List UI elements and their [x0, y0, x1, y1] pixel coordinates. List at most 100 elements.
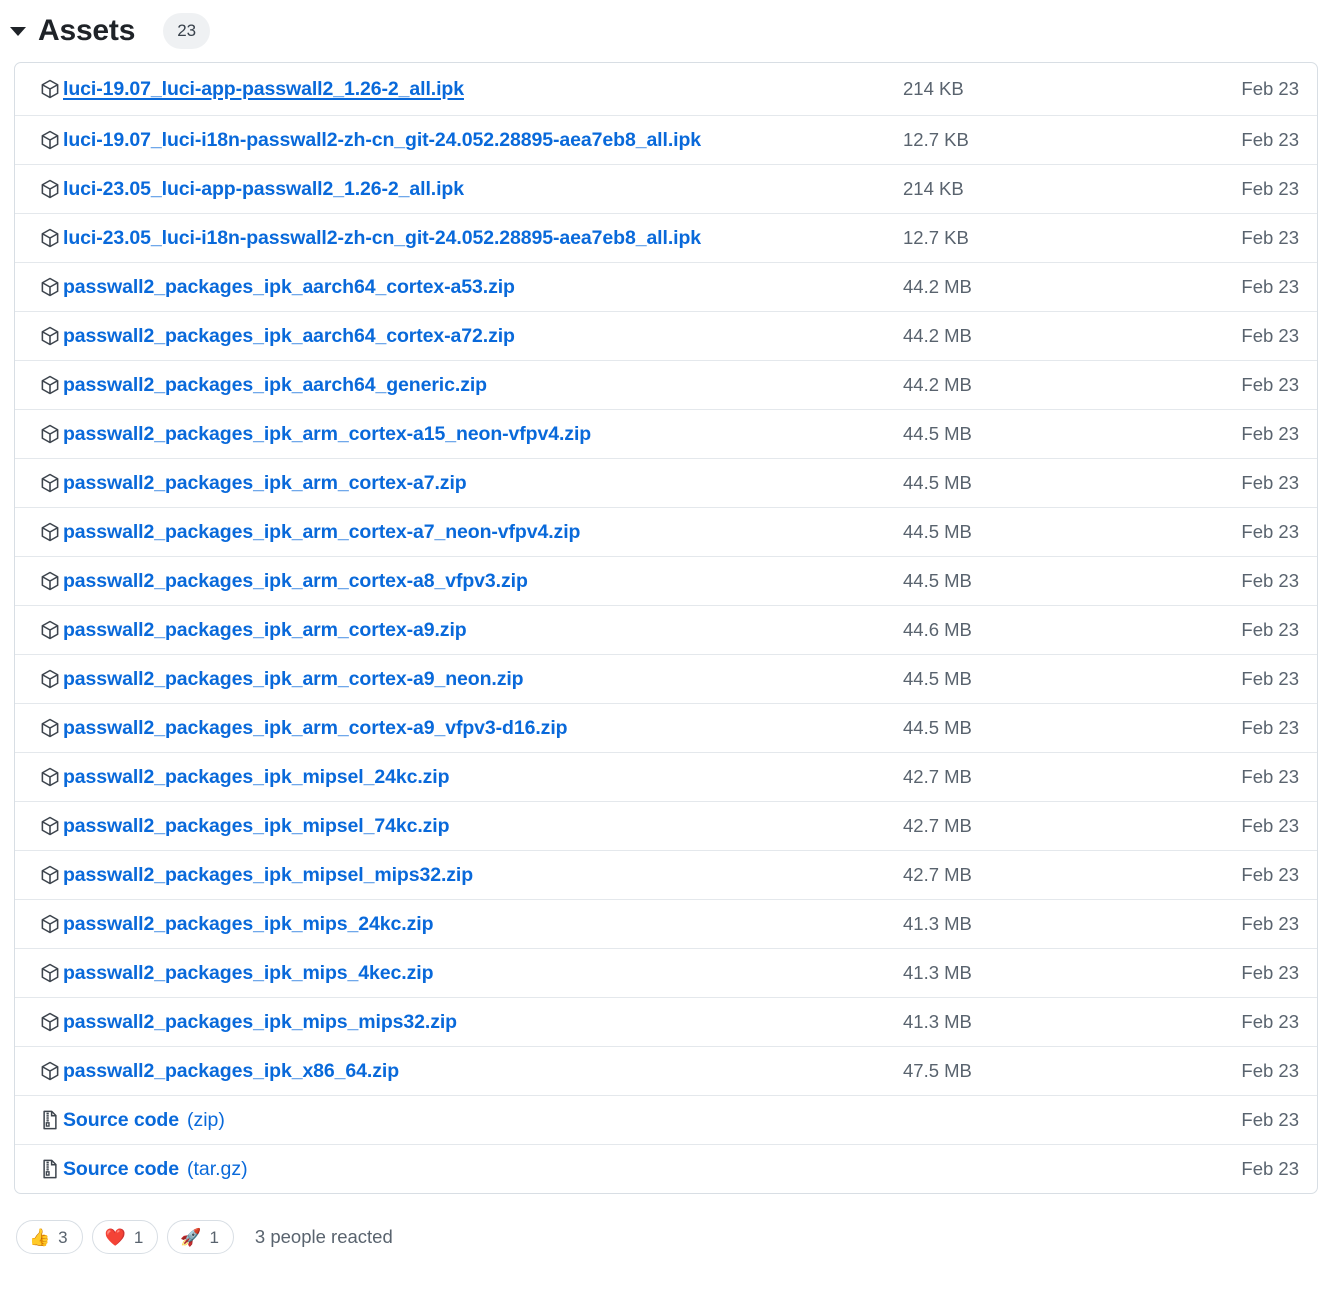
asset-name-cell: passwall2_packages_ipk_arm_cortex-a9_vfp…	[39, 717, 877, 740]
table-row[interactable]: passwall2_packages_ipk_mipsel_24kc.zip 42…	[15, 752, 1317, 801]
asset-download-link[interactable]: passwall2_packages_ipk_mips_mips32.zip	[63, 1011, 457, 1034]
asset-download-link[interactable]: luci-23.05_luci-app-passwall2_1.26-2_all…	[63, 178, 464, 201]
reactions-bar: 👍 3 ❤️ 1 🚀 1 3 people reacted	[0, 1194, 1342, 1254]
package-icon	[39, 374, 61, 396]
asset-size: 44.2 MB	[903, 374, 972, 395]
reaction-pill[interactable]: ❤️ 1	[91, 1220, 159, 1254]
asset-date: Feb 23	[1241, 227, 1299, 248]
package-icon	[39, 815, 61, 837]
asset-download-link[interactable]: passwall2_packages_ipk_mipsel_74kc.zip	[63, 815, 450, 838]
asset-download-link[interactable]: passwall2_packages_ipk_aarch64_cortex-a5…	[63, 276, 515, 299]
package-icon	[39, 668, 61, 690]
asset-date: Feb 23	[1241, 619, 1299, 640]
asset-download-link[interactable]: passwall2_packages_ipk_arm_cortex-a7_neo…	[63, 521, 580, 544]
reaction-pill[interactable]: 👍 3	[16, 1220, 83, 1254]
asset-name-cell: passwall2_packages_ipk_mips_4kec.zip	[39, 962, 877, 985]
asset-name-cell: passwall2_packages_ipk_mips_mips32.zip	[39, 1011, 877, 1034]
asset-download-link[interactable]: passwall2_packages_ipk_aarch64_cortex-a7…	[63, 325, 515, 348]
table-row[interactable]: luci-19.07_luci-i18n-passwall2-zh-cn_git…	[15, 115, 1317, 164]
package-icon	[39, 78, 61, 100]
asset-size: 12.7 KB	[903, 227, 969, 248]
asset-download-link[interactable]: passwall2_packages_ipk_mips_4kec.zip	[63, 962, 433, 985]
assets-count-badge: 23	[163, 13, 211, 49]
asset-size: 44.2 MB	[903, 325, 972, 346]
asset-download-link[interactable]: passwall2_packages_ipk_mipsel_mips32.zip	[63, 864, 473, 887]
asset-size: 47.5 MB	[903, 1060, 972, 1081]
asset-download-link[interactable]: passwall2_packages_ipk_arm_cortex-a7.zip	[63, 472, 467, 495]
asset-date: Feb 23	[1241, 325, 1299, 346]
asset-format-label: (tar.gz)	[186, 1157, 248, 1180]
asset-name-cell: passwall2_packages_ipk_mipsel_mips32.zip	[39, 864, 877, 887]
package-icon	[39, 864, 61, 886]
table-row[interactable]: passwall2_packages_ipk_arm_cortex-a15_ne…	[15, 409, 1317, 458]
asset-name-cell: passwall2_packages_ipk_mips_24kc.zip	[39, 913, 877, 936]
asset-download-link[interactable]: passwall2_packages_ipk_mipsel_24kc.zip	[63, 766, 450, 789]
assets-header[interactable]: Assets 23	[0, 0, 1342, 62]
asset-name-cell: Source code (zip)	[39, 1109, 877, 1132]
table-row[interactable]: passwall2_packages_ipk_arm_cortex-a9_neo…	[15, 654, 1317, 703]
thumbs-up-emoji: 👍	[29, 1227, 51, 1247]
table-row[interactable]: luci-19.07_luci-app-passwall2_1.26-2_all…	[15, 63, 1317, 115]
package-icon	[39, 423, 61, 445]
table-row[interactable]: luci-23.05_luci-i18n-passwall2-zh-cn_git…	[15, 213, 1317, 262]
asset-download-link[interactable]: luci-19.07_luci-app-passwall2_1.26-2_all…	[63, 78, 464, 101]
asset-name-cell: Source code (tar.gz)	[39, 1158, 877, 1181]
asset-download-link[interactable]: passwall2_packages_ipk_arm_cortex-a9.zip	[63, 619, 467, 642]
asset-date: Feb 23	[1241, 472, 1299, 493]
reaction-pill[interactable]: 🚀 1	[167, 1220, 234, 1254]
table-row[interactable]: passwall2_packages_ipk_mips_mips32.zip 41…	[15, 997, 1317, 1046]
package-icon	[39, 619, 61, 641]
table-row[interactable]: passwall2_packages_ipk_arm_cortex-a7.zip…	[15, 458, 1317, 507]
asset-size: 41.3 MB	[903, 1011, 972, 1032]
asset-name-cell: luci-23.05_luci-i18n-passwall2-zh-cn_git…	[39, 227, 877, 250]
table-row[interactable]: passwall2_packages_ipk_mipsel_74kc.zip 42…	[15, 801, 1317, 850]
asset-name-cell: passwall2_packages_ipk_aarch64_generic.z…	[39, 374, 877, 397]
asset-name-cell: passwall2_packages_ipk_aarch64_cortex-a7…	[39, 325, 877, 348]
asset-name-cell: passwall2_packages_ipk_mipsel_74kc.zip	[39, 815, 877, 838]
asset-download-link[interactable]: luci-23.05_luci-i18n-passwall2-zh-cn_git…	[63, 227, 701, 250]
table-row[interactable]: passwall2_packages_ipk_aarch64_generic.z…	[15, 360, 1317, 409]
table-row[interactable]: passwall2_packages_ipk_mipsel_mips32.zip…	[15, 850, 1317, 899]
table-row[interactable]: luci-23.05_luci-app-passwall2_1.26-2_all…	[15, 164, 1317, 213]
table-row[interactable]: passwall2_packages_ipk_mips_4kec.zip 41.3…	[15, 948, 1317, 997]
package-icon	[39, 1011, 61, 1033]
file-zip-icon	[39, 1109, 61, 1131]
table-row[interactable]: passwall2_packages_ipk_arm_cortex-a8_vfp…	[15, 556, 1317, 605]
table-row[interactable]: passwall2_packages_ipk_arm_cortex-a9_vfp…	[15, 703, 1317, 752]
table-row[interactable]: Source code (tar.gz) Feb 23	[15, 1144, 1317, 1193]
package-icon	[39, 472, 61, 494]
asset-download-link[interactable]: passwall2_packages_ipk_mips_24kc.zip	[63, 913, 433, 936]
table-row[interactable]: passwall2_packages_ipk_arm_cortex-a7_neo…	[15, 507, 1317, 556]
asset-date: Feb 23	[1241, 1109, 1299, 1130]
caret-down-icon[interactable]	[10, 26, 26, 36]
asset-date: Feb 23	[1241, 864, 1299, 885]
asset-download-link[interactable]: passwall2_packages_ipk_arm_cortex-a15_ne…	[63, 423, 591, 446]
package-icon	[39, 178, 61, 200]
asset-date: Feb 23	[1241, 521, 1299, 542]
asset-download-link[interactable]: passwall2_packages_ipk_arm_cortex-a9_vfp…	[63, 717, 568, 740]
package-icon	[39, 717, 61, 739]
asset-date: Feb 23	[1241, 815, 1299, 836]
table-row[interactable]: passwall2_packages_ipk_x86_64.zip 47.5 MB…	[15, 1046, 1317, 1095]
file-zip-icon	[39, 1158, 61, 1180]
asset-download-link[interactable]: passwall2_packages_ipk_arm_cortex-a8_vfp…	[63, 570, 528, 593]
asset-download-link[interactable]: Source code	[63, 1109, 179, 1132]
reaction-count: 1	[209, 1227, 219, 1247]
asset-name-cell: passwall2_packages_ipk_arm_cortex-a9_neo…	[39, 668, 877, 691]
asset-download-link[interactable]: luci-19.07_luci-i18n-passwall2-zh-cn_git…	[63, 129, 701, 152]
asset-name-cell: passwall2_packages_ipk_arm_cortex-a8_vfp…	[39, 570, 877, 593]
asset-date: Feb 23	[1241, 276, 1299, 297]
reactions-summary: 3 people reacted	[254, 1226, 393, 1247]
asset-size: 12.7 KB	[903, 129, 969, 150]
table-row[interactable]: Source code (zip) Feb 23	[15, 1095, 1317, 1144]
asset-size: 44.5 MB	[903, 570, 972, 591]
asset-download-link[interactable]: Source code	[63, 1158, 179, 1181]
asset-download-link[interactable]: passwall2_packages_ipk_aarch64_generic.z…	[63, 374, 487, 397]
table-row[interactable]: passwall2_packages_ipk_aarch64_cortex-a5…	[15, 262, 1317, 311]
asset-download-link[interactable]: passwall2_packages_ipk_x86_64.zip	[63, 1060, 399, 1083]
table-row[interactable]: passwall2_packages_ipk_aarch64_cortex-a7…	[15, 311, 1317, 360]
table-row[interactable]: passwall2_packages_ipk_mips_24kc.zip 41.3…	[15, 899, 1317, 948]
heart-emoji: ❤️	[104, 1227, 126, 1247]
asset-download-link[interactable]: passwall2_packages_ipk_arm_cortex-a9_neo…	[63, 668, 524, 691]
table-row[interactable]: passwall2_packages_ipk_arm_cortex-a9.zip…	[15, 605, 1317, 654]
